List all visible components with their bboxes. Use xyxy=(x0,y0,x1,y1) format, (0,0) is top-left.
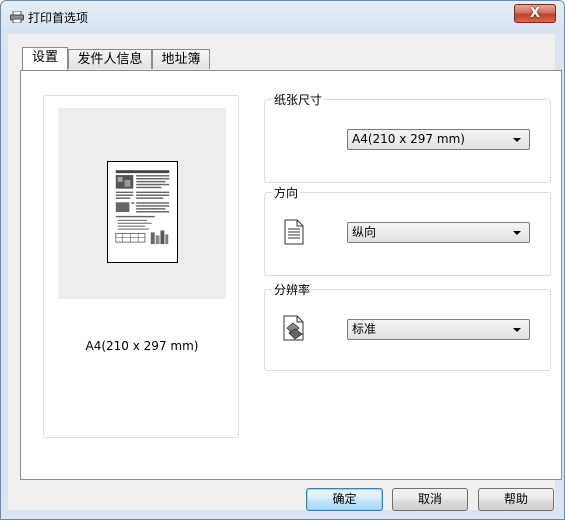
resolution-group-label: 分辨率 xyxy=(272,281,313,298)
chevron-down-icon xyxy=(513,138,521,142)
window-title: 打印首选项 xyxy=(28,11,89,25)
paper-size-select[interactable]: A4(210 x 297 mm) xyxy=(347,129,530,150)
preview-paper-size-label: A4(210 x 297 mm) xyxy=(85,339,199,353)
portrait-document-icon xyxy=(284,219,304,245)
chevron-down-icon xyxy=(513,328,521,332)
orientation-group: 方向 纵向 xyxy=(264,184,551,276)
tab-address-book[interactable]: 地址簿 xyxy=(152,49,210,69)
printer-icon xyxy=(10,11,24,23)
tab-sender-info[interactable]: 发件人信息 xyxy=(68,49,152,69)
title-bar[interactable]: 打印首选项 X xyxy=(1,1,564,33)
resolution-select[interactable]: 标准 xyxy=(347,319,530,340)
help-button[interactable]: 帮助 xyxy=(478,488,554,511)
resolution-group: 分辨率 标准 xyxy=(264,281,551,371)
cancel-button[interactable]: 取消 xyxy=(392,488,468,511)
orientation-select-value: 纵向 xyxy=(352,225,377,239)
orientation-select[interactable]: 纵向 xyxy=(347,222,530,243)
resolution-select-value: 标准 xyxy=(352,322,377,336)
orientation-group-label: 方向 xyxy=(272,184,301,201)
chevron-down-icon xyxy=(513,231,521,235)
resolution-icon xyxy=(283,315,304,341)
close-icon: X xyxy=(529,6,541,21)
dialog-client-area: 设置 发件人信息 地址簿 A4(210 x 297 mm) 纸张尺寸 A4(21… xyxy=(8,34,562,511)
ok-button[interactable]: 确定 xyxy=(306,488,383,511)
settings-panel: A4(210 x 297 mm) 纸张尺寸 A4(210 x 297 mm) 方… xyxy=(20,70,562,480)
paper-size-select-value: A4(210 x 297 mm) xyxy=(352,132,465,146)
paper-size-group-label: 纸张尺寸 xyxy=(272,91,325,108)
close-button[interactable]: X xyxy=(514,4,556,23)
tab-settings[interactable]: 设置 xyxy=(22,47,68,70)
paper-size-group: 纸张尺寸 A4(210 x 297 mm) xyxy=(264,91,551,183)
page-preview-thumbnail xyxy=(107,161,178,263)
